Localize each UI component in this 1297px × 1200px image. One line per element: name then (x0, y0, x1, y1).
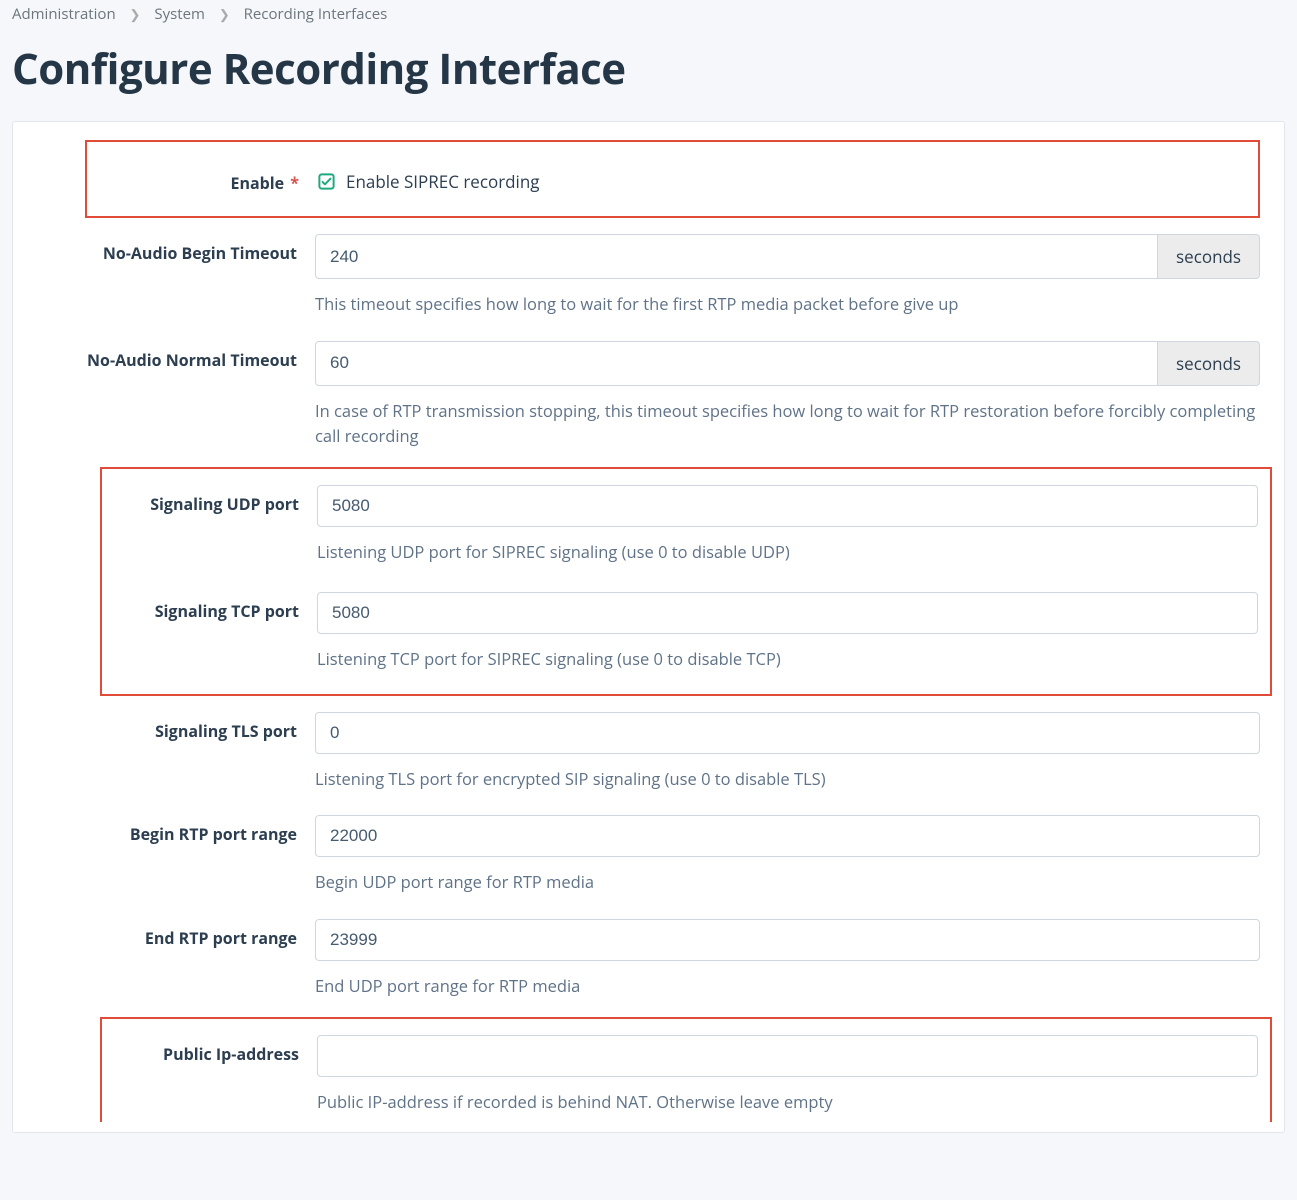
field-tcp-port: Signaling TCP port Listening TCP port fo… (102, 586, 1270, 694)
signaling-ports-highlight: Signaling UDP port Listening UDP port fo… (100, 467, 1272, 696)
breadcrumb-administration[interactable]: Administration (12, 4, 116, 24)
chevron-right-icon: ❯ (219, 5, 230, 23)
field-udp-port: Signaling UDP port Listening UDP port fo… (102, 479, 1270, 587)
udp-port-label: Signaling UDP port (102, 485, 317, 515)
breadcrumb-system[interactable]: System (154, 4, 205, 24)
public-ip-label: Public Ip-address (102, 1035, 317, 1065)
public-ip-highlight: Public Ip-address Public IP-address if r… (100, 1017, 1272, 1123)
field-public-ip: Public Ip-address Public IP-address if r… (102, 1029, 1270, 1123)
tcp-port-input[interactable] (317, 592, 1258, 634)
unit-seconds: seconds (1158, 341, 1260, 386)
end-rtp-input[interactable] (315, 919, 1260, 961)
enable-checkbox-label: Enable SIPREC recording (346, 170, 540, 193)
tcp-port-help: Listening TCP port for SIPREC signaling … (317, 646, 1258, 672)
no-audio-normal-input[interactable] (315, 341, 1158, 386)
no-audio-begin-help: This timeout specifies how long to wait … (315, 291, 1260, 317)
field-end-rtp: End RTP port range End UDP port range fo… (25, 913, 1272, 1017)
public-ip-input[interactable] (317, 1035, 1258, 1077)
no-audio-begin-label: No-Audio Begin Timeout (25, 234, 315, 264)
no-audio-normal-help: In case of RTP transmission stopping, th… (315, 398, 1260, 449)
begin-rtp-label: Begin RTP port range (25, 815, 315, 845)
field-begin-rtp: Begin RTP port range Begin UDP port rang… (25, 809, 1272, 913)
no-audio-normal-label: No-Audio Normal Timeout (25, 341, 315, 371)
begin-rtp-input[interactable] (315, 815, 1260, 857)
tls-port-help: Listening TLS port for encrypted SIP sig… (315, 766, 1260, 792)
field-no-audio-normal: No-Audio Normal Timeout seconds In case … (25, 335, 1272, 467)
tcp-port-label: Signaling TCP port (102, 592, 317, 622)
begin-rtp-help: Begin UDP port range for RTP media (315, 869, 1260, 895)
chevron-right-icon: ❯ (130, 5, 141, 23)
end-rtp-help: End UDP port range for RTP media (315, 973, 1260, 999)
end-rtp-label: End RTP port range (25, 919, 315, 949)
unit-seconds: seconds (1158, 234, 1260, 279)
tls-port-input[interactable] (315, 712, 1260, 754)
field-tls-port: Signaling TLS port Listening TLS port fo… (25, 706, 1272, 810)
no-audio-begin-input[interactable] (315, 234, 1158, 279)
required-asterisk: * (290, 172, 299, 194)
udp-port-help: Listening UDP port for SIPREC signaling … (317, 539, 1258, 565)
field-enable: Enable * Enable SIPREC recording (85, 140, 1260, 218)
public-ip-help: Public IP-address if recorded is behind … (317, 1089, 1258, 1115)
config-panel: Enable * Enable SIPREC recording No-Audi… (12, 121, 1285, 1133)
udp-port-input[interactable] (317, 485, 1258, 527)
page-title: Configure Recording Interface (12, 40, 1285, 97)
checkbox-checked-icon[interactable] (317, 172, 336, 191)
enable-label: Enable (231, 172, 285, 194)
tls-port-label: Signaling TLS port (25, 712, 315, 742)
breadcrumb-recording-interfaces[interactable]: Recording Interfaces (244, 4, 388, 24)
breadcrumb: Administration ❯ System ❯ Recording Inte… (12, 0, 1285, 32)
field-no-audio-begin: No-Audio Begin Timeout seconds This time… (25, 228, 1272, 335)
